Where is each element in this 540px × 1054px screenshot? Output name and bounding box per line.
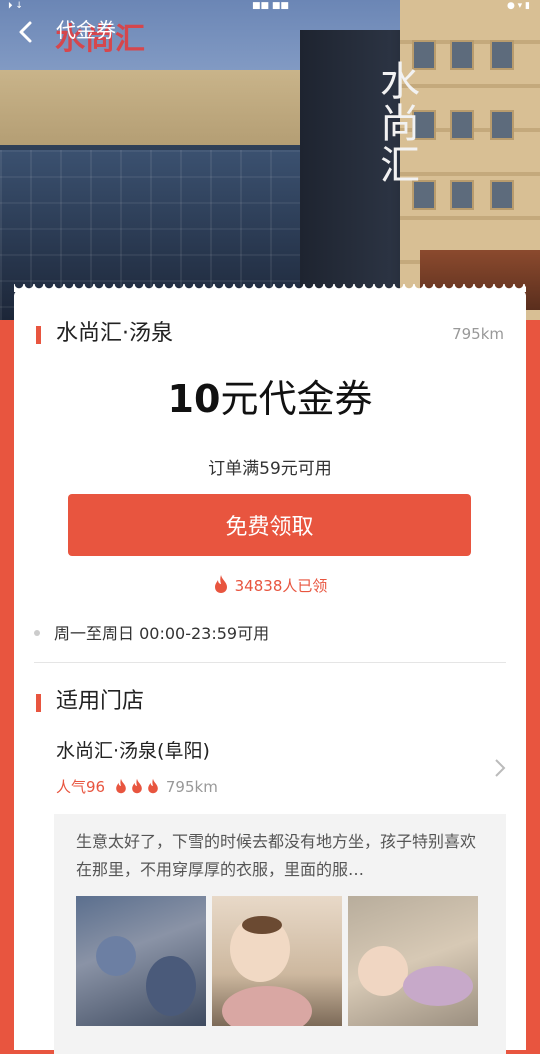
chevron-left-icon [19, 21, 32, 43]
stores-title: 适用门店 [56, 689, 145, 714]
store-popularity: 人气96 [56, 778, 106, 796]
page-title: 代金券 [56, 20, 116, 42]
coupon-unit-label: 元代金券 [220, 377, 373, 421]
store-item[interactable]: 水尚汇·汤泉(阜阳) 人气96 795km [56, 736, 506, 806]
usage-time-row: 周一至周日 00:00-23:59可用 [34, 620, 269, 644]
claim-button[interactable]: 免费领取 [68, 494, 471, 556]
nav-bar: 代金券 [0, 14, 540, 50]
hero-building-left [0, 70, 330, 320]
coupon-title: 10元代金券 [14, 376, 526, 422]
card-edge [14, 284, 526, 292]
status-right: ● ▾ ▮ [506, 1, 530, 11]
coupon-amount: 10 [167, 377, 221, 421]
status-center: ■■ ■■ [252, 1, 289, 11]
divider [34, 662, 506, 663]
flame-icon [214, 575, 227, 593]
coupon-card: 水尚汇·汤泉 795km 10元代金券 订单满59元可用 免费领取 34838人… [14, 284, 526, 1054]
store-name: 水尚汇·汤泉(阜阳) [56, 740, 210, 762]
building-sign: 水尚汇 [373, 60, 419, 186]
review-text: 生意太好了，下雪的时候去都没有地方坐，孩子特别喜欢在那里，不用穿厚厚的衣服，里面… [76, 832, 477, 879]
flame-icon [132, 778, 142, 794]
store-distance: 795km [165, 778, 218, 796]
coupon-condition: 订单满59元可用 [208, 459, 332, 479]
bullet-dot [34, 630, 40, 636]
status-bar: ⏵ ↓ ■■ ■■ ● ▾ ▮ [0, 0, 540, 14]
flame-icon [148, 778, 158, 794]
status-left: ⏵ ↓ [8, 1, 23, 11]
claimed-count: 34838人已领 [234, 577, 328, 595]
review-photo[interactable] [348, 896, 478, 1026]
chevron-right-icon [495, 759, 506, 777]
flame-icon [116, 778, 126, 794]
section-marker [36, 694, 41, 712]
shop-name: 水尚汇·汤泉 [56, 321, 173, 346]
review-photo[interactable] [76, 896, 206, 1026]
section-marker [36, 326, 41, 344]
claimed-count-row: 34838人已领 [14, 574, 526, 596]
usage-time: 周一至周日 00:00-23:59可用 [54, 624, 270, 643]
store-meta: 人气96 795km [56, 776, 218, 797]
review-photo[interactable] [212, 896, 342, 1026]
review-card[interactable]: 生意太好了，下雪的时候去都没有地方坐，孩子特别喜欢在那里，不用穿厚厚的衣服，里面… [54, 814, 506, 1054]
shop-distance: 795km [452, 325, 504, 343]
back-button[interactable] [14, 20, 42, 44]
